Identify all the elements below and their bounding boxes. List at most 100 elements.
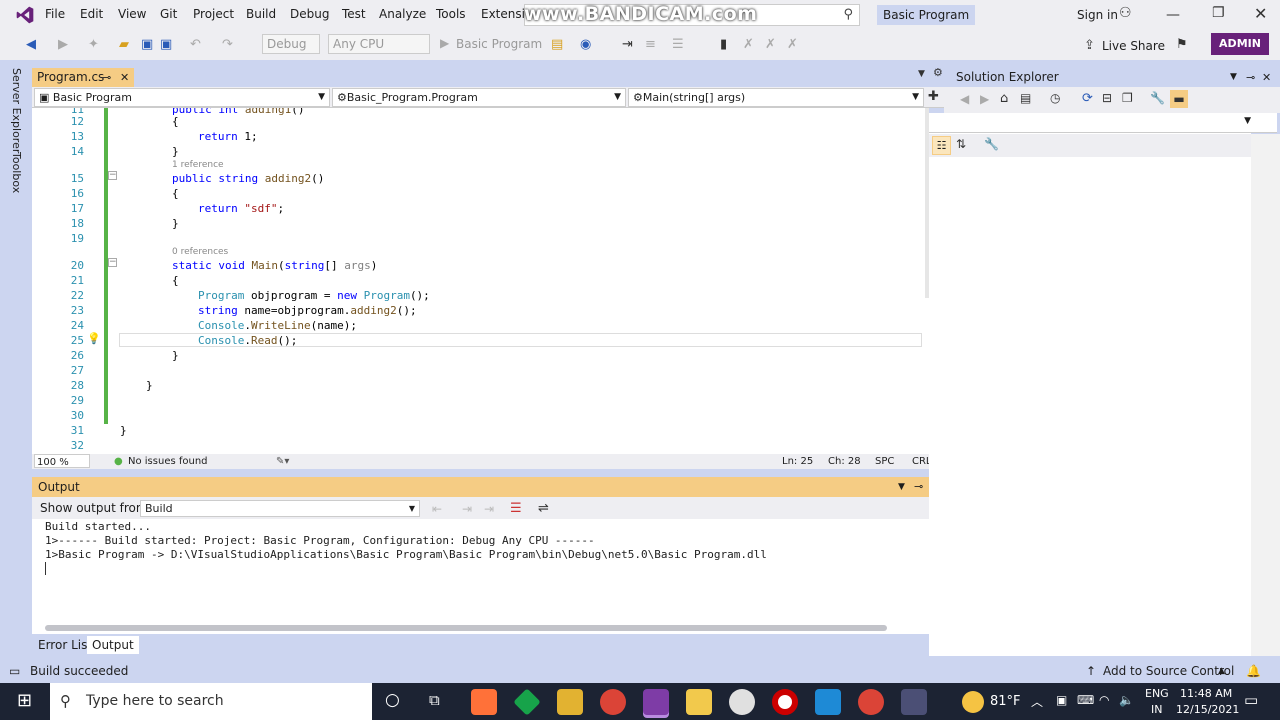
word-wrap-icon[interactable]: ⇌ — [538, 501, 549, 516]
bookmark-clear-icon[interactable]: ✗ — [787, 37, 798, 52]
solution-explorer-search[interactable]: ▼ — [929, 113, 1277, 133]
menu-project[interactable]: Project — [193, 7, 234, 21]
restore-icon[interactable]: ❐ — [1212, 5, 1225, 21]
switch-views-icon[interactable]: ▤ — [1020, 91, 1031, 105]
bookmark-prev-icon[interactable]: ✗ — [743, 37, 754, 52]
chevron-up-icon[interactable]: ▲ — [1218, 660, 1225, 683]
clock-date[interactable]: 12/15/2021 — [1176, 703, 1239, 716]
find-next-icon[interactable]: ⇥ — [462, 502, 472, 516]
show-all-files-icon[interactable]: ❐ — [1122, 91, 1133, 105]
menu-build[interactable]: Build — [246, 7, 276, 21]
menu-git[interactable]: Git — [160, 7, 177, 21]
settings-icon[interactable]: ⚙ — [933, 66, 943, 79]
screenshot-icon[interactable]: ◉ — [580, 37, 591, 52]
configuration-dropdown[interactable]: Debug — [262, 34, 320, 54]
action-center-icon[interactable]: ▭ — [1244, 691, 1258, 709]
split-icon[interactable]: ✚ — [928, 89, 939, 104]
outline-icon[interactable]: ≡ — [645, 37, 656, 52]
volume-icon[interactable]: 🔈 — [1119, 693, 1134, 707]
preview-icon[interactable]: ▬ — [1170, 90, 1188, 108]
pending-changes-icon[interactable]: ◷ — [1050, 91, 1060, 105]
pin-icon[interactable]: ⊸ — [102, 68, 111, 87]
column-indicator[interactable]: Ch: 28 — [828, 454, 861, 469]
bookmark-icon[interactable]: ▮ — [720, 37, 727, 52]
live-share-icon[interactable]: ⇪ — [1084, 38, 1095, 53]
account-icon[interactable]: ⚇ — [1119, 5, 1132, 21]
undo-icon[interactable]: ↶ — [190, 37, 201, 52]
tab-output[interactable]: Output — [87, 636, 139, 654]
step-icon[interactable]: ⇥ — [622, 37, 633, 52]
output-menu-icon[interactable]: ▼ — [898, 477, 905, 497]
home-icon[interactable]: ⌂ — [1000, 91, 1008, 106]
start-target-button[interactable]: Basic Program — [456, 37, 542, 51]
lightbulb-icon[interactable]: 💡 — [87, 332, 101, 345]
find-prev-icon[interactable]: ⇤ — [432, 502, 442, 516]
sign-in-link[interactable]: Sign in — [1077, 8, 1118, 22]
file-explorer-icon[interactable] — [686, 689, 712, 715]
line-indicator[interactable]: Ln: 25 — [782, 454, 813, 469]
output-source-dropdown[interactable]: Build ▼ — [140, 500, 420, 517]
se-menu-icon[interactable]: ▼ — [1230, 68, 1237, 87]
issues-status[interactable]: No issues found — [128, 454, 208, 469]
output-pin-icon[interactable]: ⊸ — [914, 477, 923, 497]
chrome-icon[interactable] — [600, 689, 626, 715]
feedback-icon[interactable]: ⚑ — [1176, 37, 1188, 52]
indent-icon[interactable]: ☰ — [672, 37, 684, 52]
admin-badge[interactable]: ADMIN — [1211, 33, 1269, 55]
cortana-icon[interactable]: ○ — [385, 690, 400, 710]
new-item-icon[interactable]: ✦ — [88, 37, 99, 52]
tab-close-icon[interactable]: ✕ — [120, 68, 129, 87]
server-explorer-tab[interactable]: Server Explorer — [10, 68, 23, 153]
alphabetical-icon[interactable]: ⇅ — [956, 137, 966, 151]
weather-icon[interactable] — [962, 691, 984, 713]
visual-studio-icon[interactable] — [643, 689, 669, 715]
whitespace-indicator[interactable]: SPC — [875, 454, 894, 469]
properties-icon[interactable]: 🔧 — [1150, 91, 1165, 105]
collapse-all-icon[interactable]: ⊟ — [1102, 91, 1112, 105]
visual-studio-logo-icon[interactable] — [14, 5, 36, 25]
sync-icon[interactable]: ⟳ — [1082, 91, 1093, 106]
tab-program-cs[interactable]: Program.cs ⊸ ✕ — [32, 68, 134, 87]
language-in[interactable]: IN — [1151, 703, 1162, 716]
chrome-profile-icon[interactable] — [858, 689, 884, 715]
bandicam-icon[interactable] — [772, 689, 798, 715]
app-gear-icon[interactable] — [729, 689, 755, 715]
properties-scrollbar[interactable] — [1251, 134, 1280, 656]
member-dropdown[interactable]: ⚙Main(string[] args) ▼ — [628, 88, 924, 107]
clear-all-icon[interactable]: ☰ — [510, 501, 522, 516]
notifications-icon[interactable]: 🔔 — [1246, 660, 1261, 683]
output-text-area[interactable]: Build started... 1>------ Build started:… — [32, 519, 929, 634]
codelens-references[interactable]: 0 references — [172, 246, 228, 258]
property-pages-icon[interactable]: 🔧 — [984, 137, 999, 151]
vscode-icon[interactable] — [815, 689, 841, 715]
categorized-icon[interactable]: ☷ — [932, 136, 951, 155]
wifi-icon[interactable]: ◠ — [1099, 693, 1109, 707]
menu-analyze[interactable]: Analyze — [379, 7, 426, 21]
next-message-icon[interactable]: ⇥ — [484, 502, 494, 516]
toolbox-tab[interactable]: Toolbox — [10, 152, 23, 193]
se-pin-icon[interactable]: ⊸ — [1246, 68, 1255, 87]
app-yellow-icon[interactable] — [557, 689, 583, 715]
menu-tools[interactable]: Tools — [436, 7, 466, 21]
collapse-icon[interactable]: − — [108, 171, 117, 180]
minimize-icon[interactable]: — — [1166, 7, 1182, 23]
save-all-icon[interactable]: ▣ — [160, 37, 172, 52]
windows-start-icon[interactable]: ⊞ — [17, 690, 32, 711]
tray-expand-icon[interactable]: ︿ — [1031, 693, 1043, 710]
taskbar-search[interactable]: ⚲ Type here to search — [50, 683, 372, 720]
open-folder-icon[interactable]: ▰ — [119, 37, 129, 52]
menu-view[interactable]: View — [118, 7, 146, 21]
back-icon[interactable]: ◀ — [26, 37, 36, 52]
cleanup-icon[interactable]: ✎▾ — [276, 454, 289, 469]
clock-time[interactable]: 11:48 AM — [1180, 687, 1232, 700]
menu-debug[interactable]: Debug — [290, 7, 329, 21]
redo-icon[interactable]: ↷ — [222, 37, 233, 52]
task-view-icon[interactable]: ⧉ — [429, 691, 440, 709]
code-editor[interactable]: 11 12 13 14 15 16 17 18 19 20 21 22 23 2… — [32, 108, 929, 454]
solution-explorer-tree[interactable] — [929, 113, 1251, 656]
se-forward-icon[interactable]: ▶ — [980, 92, 989, 106]
weather-temp[interactable]: 81°F — [990, 694, 1021, 709]
network-icon[interactable]: ⌨ — [1077, 693, 1094, 707]
save-icon[interactable]: ▣ — [141, 37, 153, 52]
forward-icon[interactable]: ▶ — [58, 37, 68, 52]
